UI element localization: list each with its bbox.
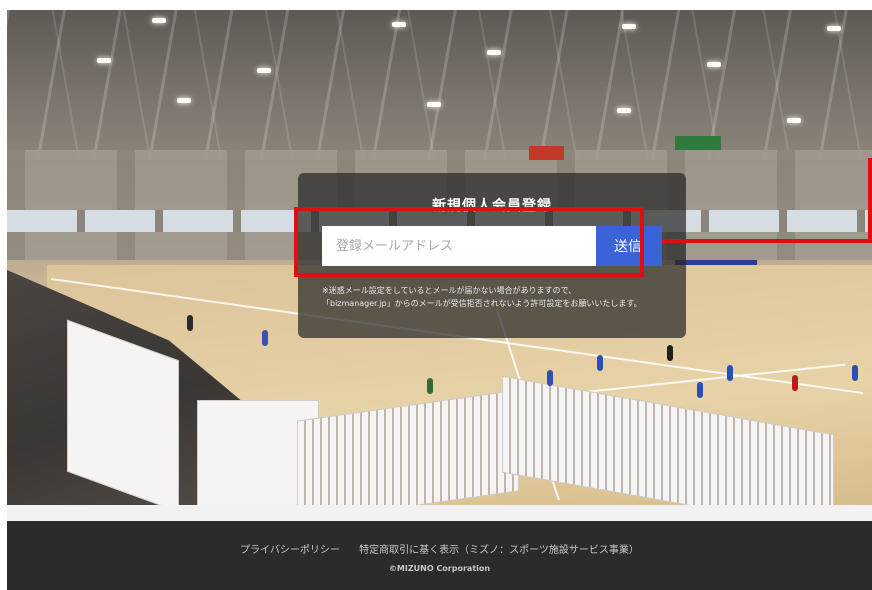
ceiling-light [487, 50, 501, 55]
callout-line [662, 239, 872, 243]
player [597, 355, 603, 371]
player [667, 345, 673, 361]
player [727, 365, 733, 381]
arena-banner-red [529, 146, 564, 160]
copyright: ©MIZUNO Corporation [388, 564, 491, 573]
notice-line: ※迷惑メール設定をしているとメールが届かない場合がありますので、 [322, 286, 577, 295]
ceiling-light [152, 18, 166, 23]
ceiling-light [617, 108, 631, 113]
footer-links: プライバシーポリシー 特定商取引に基く表示（ミズノ：スポーツ施設サービス事業） [7, 541, 872, 556]
callout-line [868, 158, 872, 242]
player [187, 315, 193, 331]
player [427, 378, 433, 394]
ceiling-light [427, 102, 441, 107]
player [852, 365, 858, 381]
footer: プライバシーポリシー 特定商取引に基く表示（ミズノ：スポーツ施設サービス事業） … [7, 521, 872, 590]
section-gap [7, 505, 872, 521]
ceiling-light [97, 58, 111, 63]
arena-roof [7, 10, 872, 160]
player [262, 330, 268, 346]
ceiling-light [622, 24, 636, 29]
ceiling-light [257, 68, 271, 73]
privacy-policy-link[interactable]: プライバシーポリシー [240, 545, 340, 556]
notice-line: 「bizmanager.jp」からのメールが受信拒否されないよう許可設定をお願い… [322, 299, 642, 308]
ceiling-light [787, 118, 801, 123]
spam-mail-notice: ※迷惑メール設定をしているとメールが届かない場合がありますので、 「bizman… [322, 284, 672, 310]
ceiling-light [177, 98, 191, 103]
highlight-box [294, 207, 644, 277]
legal-notice-link[interactable]: 特定商取引に基く表示（ミズノ：スポーツ施設サービス事業） [359, 545, 639, 556]
player [547, 370, 553, 386]
ceiling-light [392, 22, 406, 27]
arena-banner-green [675, 136, 722, 150]
ceiling-light [827, 26, 841, 31]
player [697, 382, 703, 398]
player [792, 375, 798, 391]
ceiling-light [707, 62, 721, 67]
